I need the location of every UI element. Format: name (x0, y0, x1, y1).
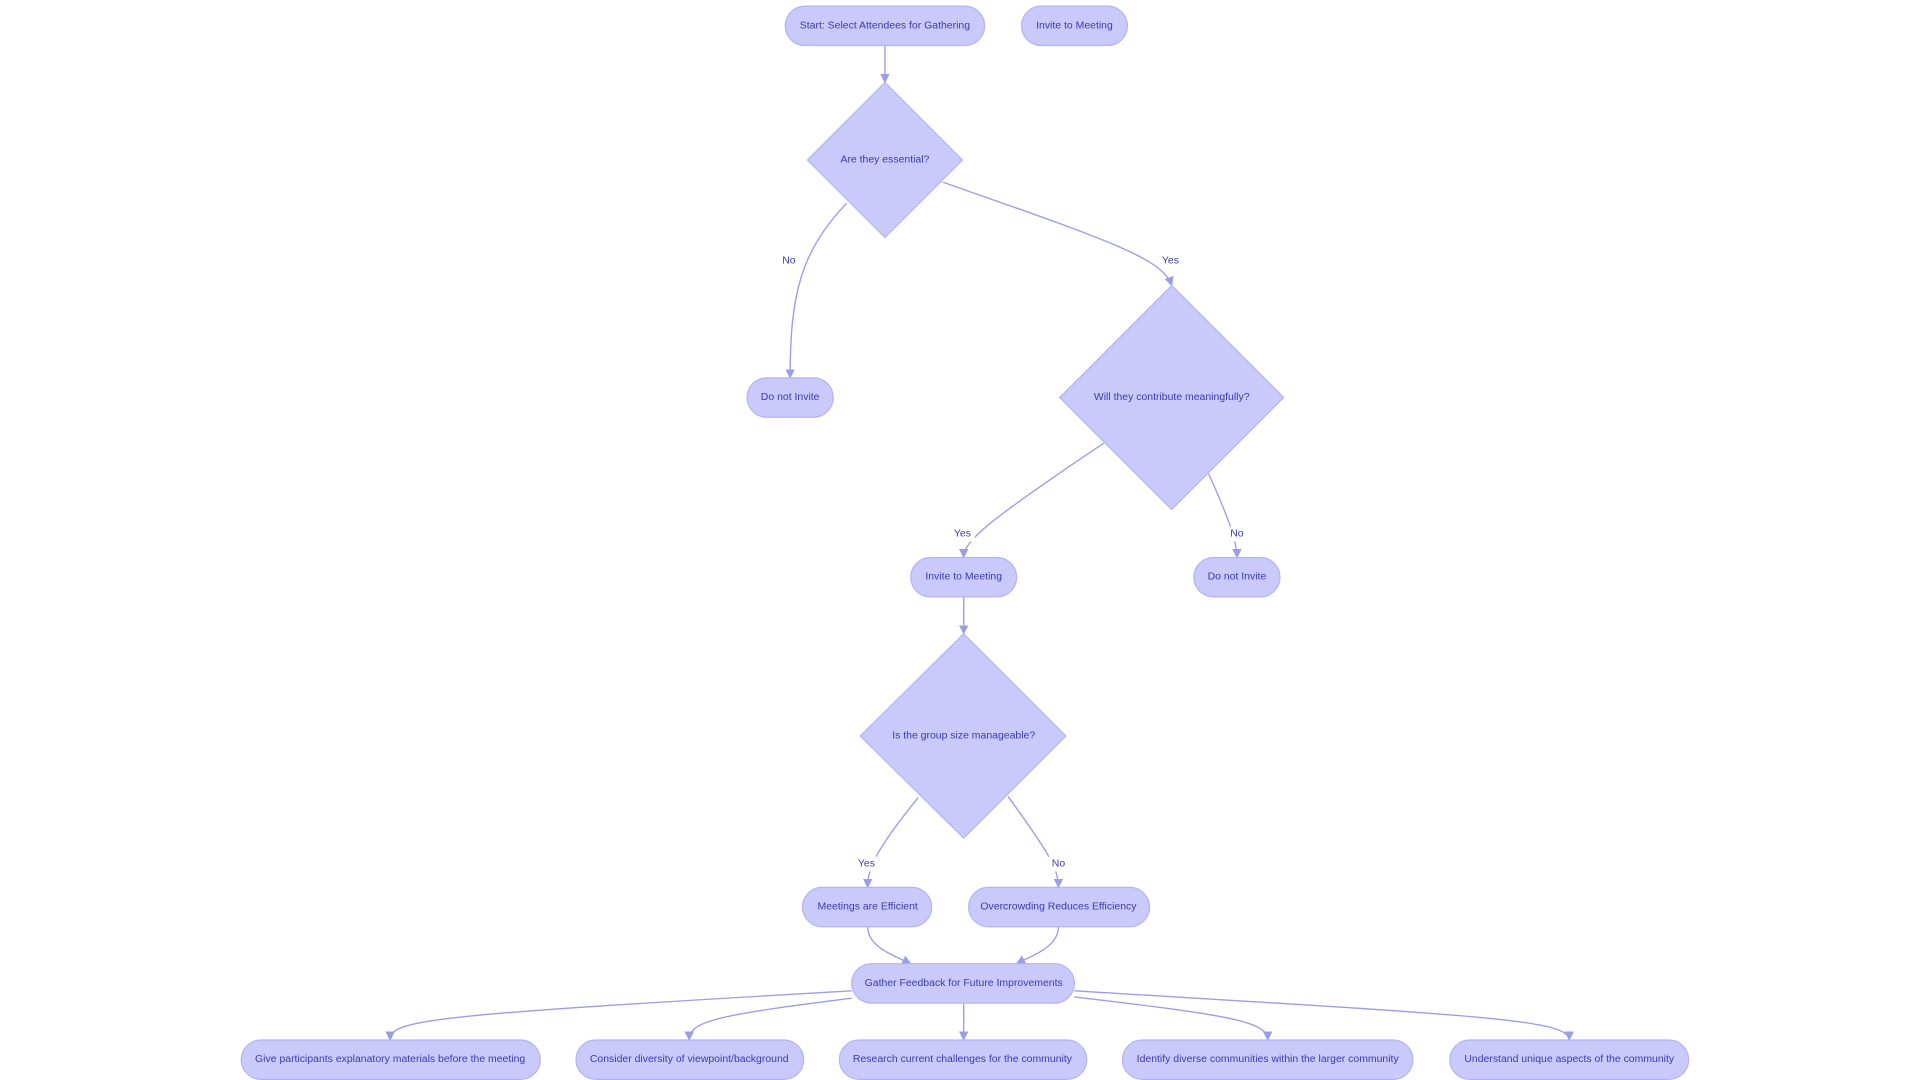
node-efficient[interactable]: Meetings are Efficient (801, 886, 933, 928)
svg-text:Invite to Meeting: Invite to Meeting (1036, 20, 1113, 31)
svg-text:Yes: Yes (858, 859, 875, 870)
svg-text:Do not Invite: Do not Invite (1208, 572, 1267, 583)
edge-label-contribute-no: No (1227, 526, 1248, 542)
svg-text:Yes: Yes (1162, 255, 1179, 266)
svg-text:No: No (1230, 529, 1244, 540)
svg-text:Invite to Meeting: Invite to Meeting (925, 572, 1002, 583)
svg-text:Gather Feedback for Future Imp: Gather Feedback for Future Improvements (865, 978, 1063, 989)
node-do-not-invite-2[interactable]: Do not Invite (1193, 556, 1281, 598)
node-outcome-diversity[interactable]: Consider diversity of viewpoint/backgrou… (575, 1039, 805, 1080)
node-outcome-unique-aspects[interactable]: Understand unique aspects of the communi… (1449, 1039, 1690, 1080)
svg-text:Are they essential?: Are they essential? (840, 154, 929, 165)
svg-text:Will they contribute meaningfu: Will they contribute meaningfully? (1094, 392, 1250, 403)
svg-text:Consider diversity of viewpoin: Consider diversity of viewpoint/backgrou… (590, 1054, 789, 1065)
svg-text:No: No (782, 255, 796, 266)
node-invite[interactable]: Invite to Meeting (910, 556, 1018, 598)
node-feedback[interactable]: Gather Feedback for Future Improvements (851, 963, 1076, 1004)
edge-contribute-yes (958, 442, 1105, 559)
svg-text:Meetings are Efficient: Meetings are Efficient (818, 902, 918, 913)
node-outcome-research[interactable]: Research current challenges for the comm… (838, 1039, 1088, 1080)
svg-text:Overcrowding Reduces Efficienc: Overcrowding Reduces Efficiency (980, 902, 1137, 913)
edge-contribute-no (1207, 473, 1242, 559)
edge-feedback-to-outcome-2 (684, 997, 852, 1041)
edge-size-no (1007, 795, 1064, 889)
edge-feedback-to-outcome-5 (1074, 990, 1574, 1041)
svg-text:Do not Invite: Do not Invite (761, 392, 820, 403)
svg-text:Yes: Yes (954, 529, 971, 540)
svg-text:Start: Select Attendees for Ga: Start: Select Attendees for Gathering (800, 20, 970, 31)
node-invite-top[interactable]: Invite to Meeting (1020, 5, 1128, 47)
svg-text:Give participants explanatory: Give participants explanatory materials … (255, 1054, 525, 1065)
edge-label-size-no: No (1048, 856, 1070, 872)
node-start[interactable]: Start: Select Attendees for Gathering (784, 5, 986, 47)
svg-text:No: No (1052, 859, 1066, 870)
edge-overcrowding-to-feedback (1015, 926, 1060, 965)
svg-text:Is the group size manageable?: Is the group size manageable? (892, 730, 1035, 741)
edge-size-yes (862, 797, 919, 889)
edge-feedback-to-outcome-4 (1074, 996, 1273, 1041)
flowchart: No Yes Yes No Yes No Start: Select Atten… (240, 5, 1690, 1080)
edge-label-size-yes: Yes (855, 856, 879, 872)
node-outcome-communities[interactable]: Identify diverse communities within the … (1121, 1039, 1414, 1080)
node-do-not-invite-1[interactable]: Do not Invite (746, 377, 834, 418)
edge-essential-no (785, 202, 848, 379)
node-outcome-materials[interactable]: Give participants explanatory materials … (240, 1039, 541, 1080)
decision-group-size[interactable]: Is the group size manageable? (859, 632, 1067, 840)
edge-feedback-to-outcome-1 (385, 990, 852, 1041)
edge-essential-yes (942, 181, 1174, 287)
edge-label-contribute-yes: Yes (951, 526, 975, 542)
decision-essential[interactable]: Are they essential? (806, 81, 964, 239)
edge-label-essential-yes: Yes (1159, 253, 1183, 269)
svg-text:Understand unique aspects of t: Understand unique aspects of the communi… (1464, 1054, 1675, 1065)
svg-text:Research current challenges fo: Research current challenges for the comm… (853, 1054, 1073, 1065)
decision-contribute[interactable]: Will they contribute meaningfully? (1058, 284, 1285, 511)
edge-efficient-to-feedback (867, 926, 912, 965)
edge-label-essential-no: No (779, 253, 800, 269)
svg-text:Identify diverse communities w: Identify diverse communities within the … (1137, 1054, 1400, 1065)
node-overcrowding[interactable]: Overcrowding Reduces Efficiency (968, 886, 1151, 928)
